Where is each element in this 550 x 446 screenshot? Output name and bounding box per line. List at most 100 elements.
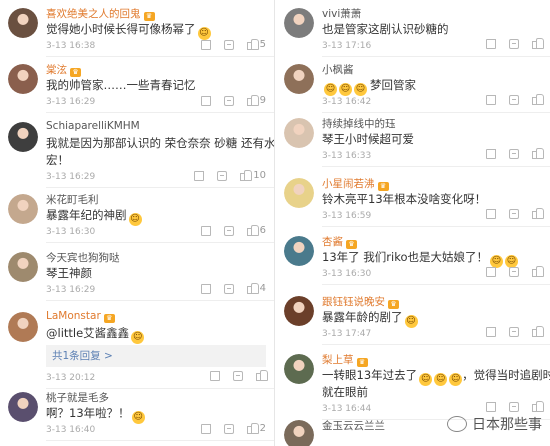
comment-actions — [210, 370, 268, 381]
share-icon[interactable] — [200, 423, 211, 434]
avatar[interactable] — [8, 252, 38, 282]
reply-icon[interactable] — [223, 39, 234, 50]
timestamp: 3-13 16:30 — [322, 269, 372, 279]
username[interactable]: 小星闹若沸 ♛ — [322, 176, 389, 191]
reply-icon[interactable] — [223, 283, 234, 294]
like-button[interactable] — [532, 94, 544, 105]
reply-icon[interactable] — [509, 327, 519, 337]
share-icon[interactable] — [200, 283, 211, 294]
comment-text-content: 梦回管家 — [370, 78, 416, 92]
avatar[interactable] — [8, 312, 38, 342]
like-button[interactable] — [532, 326, 544, 337]
avatar[interactable] — [284, 420, 314, 446]
share-icon[interactable] — [200, 225, 211, 236]
reply-icon[interactable] — [509, 39, 519, 49]
comment-item: 跟钰钰说晚安 ♛ 暴露年龄的剧了 ☺ 3-13 17:47 — [276, 288, 550, 346]
username[interactable]: 米花町毛利 — [46, 192, 99, 207]
username-text: 梨上草 — [322, 354, 354, 366]
username[interactable]: 小枫酱 — [322, 62, 354, 77]
avatar[interactable] — [284, 118, 314, 148]
like-button[interactable] — [532, 266, 544, 277]
avatar[interactable] — [284, 236, 314, 266]
thumb-up-icon — [532, 38, 544, 49]
thumb-up-icon — [246, 94, 259, 106]
share-icon[interactable] — [210, 371, 220, 381]
comment-item: 持续掉线中的珏 琴王小时候超可爱 3-13 16:33 — [276, 110, 550, 170]
share-icon[interactable] — [194, 170, 205, 181]
comment-item: 梨上草 ♛ 一转眼13年过去了 ☺ ☺ ☺ ，觉得当时追剧时 就在眼前 3-13 16:44 — [276, 346, 550, 420]
username[interactable]: 跟钰钰说晚安 ♛ — [322, 294, 399, 309]
username[interactable]: 持续掉线中的珏 — [322, 116, 396, 131]
comment-actions — [486, 208, 544, 219]
share-icon[interactable] — [200, 39, 211, 50]
username[interactable]: 金玉云云兰兰 — [322, 418, 385, 433]
avatar-image — [284, 354, 314, 384]
like-count: 6 — [259, 225, 266, 236]
watermark-text: 日本那些事 — [472, 417, 542, 433]
reply-icon[interactable] — [233, 371, 243, 381]
share-icon[interactable] — [486, 402, 496, 412]
avatar[interactable] — [284, 64, 314, 94]
avatar[interactable] — [284, 178, 314, 208]
watermark: 日本那些事 — [447, 414, 542, 434]
reply-icon[interactable] — [223, 423, 234, 434]
comment-text: 铃木亮平13年根本没啥变化呀！ — [322, 191, 540, 208]
reply-icon[interactable] — [509, 267, 519, 277]
like-button[interactable] — [532, 401, 544, 412]
thumb-up-icon — [240, 169, 253, 181]
comment-item: 桃子就是毛多 啊？13年啦？！ ☺ 3-13 16:40 2 — [0, 384, 274, 446]
like-button[interactable]: 2 — [246, 422, 266, 434]
reply-icon[interactable] — [223, 95, 234, 106]
avatar[interactable] — [8, 122, 38, 152]
username-text: SchiaparelliKMHM — [46, 120, 140, 132]
like-button[interactable]: 4 — [246, 282, 266, 294]
username[interactable]: 棠泫 ♛ — [46, 62, 81, 77]
comment-text-content: 暴露年龄的剧了 — [322, 310, 403, 324]
reply-icon[interactable] — [217, 170, 228, 181]
username[interactable]: LaMonstar ♛ — [46, 310, 115, 323]
like-button[interactable] — [532, 38, 544, 49]
reply-icon[interactable] — [509, 402, 519, 412]
avatar[interactable] — [8, 8, 38, 38]
avatar[interactable] — [284, 296, 314, 326]
username[interactable]: 喜欢绝美之人的回鬼 ♛ — [46, 6, 155, 21]
reply-icon[interactable] — [223, 225, 234, 236]
share-icon[interactable] — [486, 39, 496, 49]
username[interactable]: 桃子就是毛多 — [46, 390, 109, 405]
like-button[interactable]: 6 — [246, 224, 266, 236]
comment-text-content: 啊？13年啦？！ — [46, 406, 130, 420]
like-button[interactable]: 10 — [240, 169, 266, 181]
reply-icon[interactable] — [509, 209, 519, 219]
comment-actions — [486, 38, 544, 49]
avatar[interactable] — [284, 354, 314, 384]
like-button[interactable] — [256, 370, 268, 381]
reply-icon[interactable] — [509, 95, 519, 105]
like-button[interactable] — [532, 208, 544, 219]
like-button[interactable] — [532, 148, 544, 159]
thumb-up-icon — [256, 370, 268, 381]
username[interactable]: 今天宾也狗狗哒 — [46, 250, 120, 265]
share-icon[interactable] — [486, 149, 496, 159]
username[interactable]: 梨上草 ♛ — [322, 352, 368, 367]
username[interactable]: SchiaparelliKMHM — [46, 120, 140, 132]
share-icon[interactable] — [486, 209, 496, 219]
comment-text-content: 觉得她小时候长得可像杨幂了 — [46, 22, 196, 36]
avatar[interactable] — [8, 392, 38, 422]
share-icon[interactable] — [486, 267, 496, 277]
avatar[interactable] — [284, 8, 314, 38]
avatar[interactable] — [8, 194, 38, 224]
smiley-emoji-icon: ☺ — [128, 213, 142, 226]
username[interactable]: 杏酱 ♛ — [322, 234, 357, 249]
username[interactable]: vivi萧萧 — [322, 6, 361, 21]
share-icon[interactable] — [200, 95, 211, 106]
avatar[interactable] — [8, 64, 38, 94]
like-button[interactable]: 5 — [246, 38, 266, 50]
share-icon[interactable] — [486, 327, 496, 337]
comment-item: 今天宾也狗狗哒 琴王神颜 3-13 16:29 4 — [0, 244, 274, 304]
share-icon[interactable] — [486, 95, 496, 105]
view-replies-link[interactable]: 共1条回复 > — [46, 345, 266, 367]
smiley-emoji-icon: ☺ — [404, 315, 418, 328]
like-button[interactable]: 9 — [246, 94, 266, 106]
avatar-image — [8, 312, 38, 342]
reply-icon[interactable] — [509, 149, 519, 159]
